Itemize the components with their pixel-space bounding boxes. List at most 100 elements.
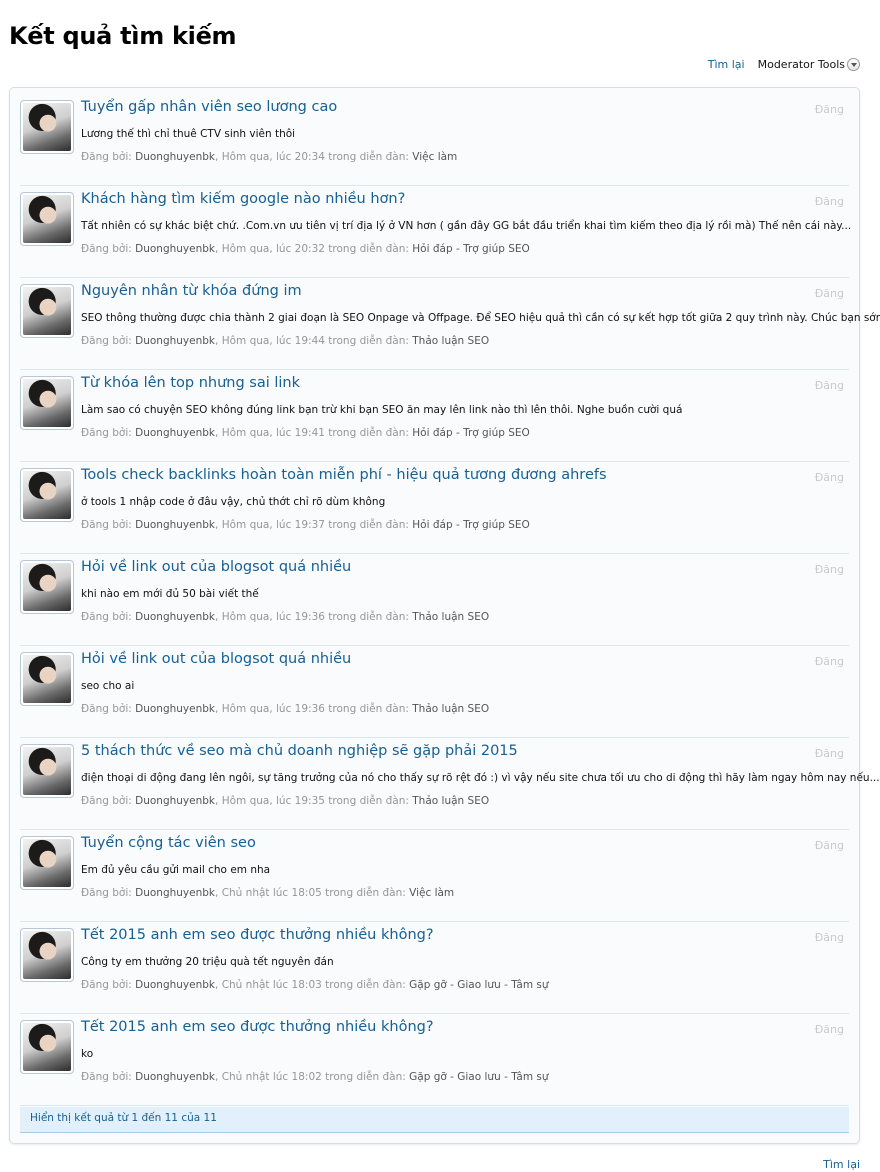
posted-by-label: Đăng bởi: [81,703,132,715]
result-item: Tuyển cộng tác viên seo Đăng Em đủ yêu c… [20,830,849,922]
user-avatar[interactable] [20,192,74,246]
result-time: Hôm qua, lúc 20:34 [221,151,325,163]
result-status-label: Đăng [814,195,844,208]
result-title-link[interactable]: Nguyên nhân từ khóa đứng im [81,283,302,299]
result-user-link[interactable]: Duonghuyenbk [135,519,215,531]
top-controls: Tìm lại Moderator Tools [708,58,860,71]
result-item: Tết 2015 anh em seo được thưởng nhiều kh… [20,1014,849,1106]
result-item: Từ khóa lên top nhưng sai link Đăng Làm … [20,370,849,462]
result-meta: Đăng bởi: Duonghuyenbk, Hôm qua, lúc 19:… [81,335,489,347]
result-item: Tết 2015 anh em seo được thưởng nhiều kh… [20,922,849,1014]
user-avatar[interactable] [20,928,74,982]
result-title-link[interactable]: Tools check backlinks hoàn toàn miễn phí… [81,467,607,483]
result-user-link[interactable]: Duonghuyenbk [135,151,215,163]
results-summary-bar: Hiển thị kết quả từ 1 đến 11 của 11 [20,1107,849,1133]
result-meta: Đăng bởi: Duonghuyenbk, Chủ nhật lúc 18:… [81,887,454,899]
result-forum-link[interactable]: Thảo luận SEO [412,795,489,807]
result-forum-link[interactable]: Việc làm [409,887,454,899]
result-meta: Đăng bởi: Duonghuyenbk, Chủ nhật lúc 18:… [81,1071,549,1083]
result-title-link[interactable]: Hỏi về link out của blogsot quá nhiều [81,559,351,575]
user-avatar[interactable] [20,468,74,522]
result-user-link[interactable]: Duonghuyenbk [135,887,215,899]
posted-by-label: Đăng bởi: [81,611,132,623]
search-again-link-bottom[interactable]: Tìm lại [823,1158,860,1171]
posted-by-label: Đăng bởi: [81,151,132,163]
user-avatar[interactable] [20,836,74,890]
meta-separator: , [215,519,222,531]
result-title-link[interactable]: Hỏi về link out của blogsot quá nhiều [81,651,351,667]
result-item: 5 thách thức về seo mà chủ doanh nghiệp … [20,738,880,830]
result-forum-link[interactable]: Thảo luận SEO [412,703,489,715]
chevron-down-icon[interactable] [847,58,860,71]
avatar-image [23,931,71,979]
user-avatar[interactable] [20,560,74,614]
result-status-label: Đăng [814,839,844,852]
meta-separator: , [215,703,222,715]
result-forum-link[interactable]: Việc làm [412,151,457,163]
result-forum-link[interactable]: Gặp gỡ - Giao lưu - Tâm sự [409,979,548,991]
result-title-link[interactable]: Tết 2015 anh em seo được thưởng nhiều kh… [81,927,434,943]
avatar-image [23,103,71,151]
result-title-link[interactable]: Tuyển cộng tác viên seo [81,835,256,851]
meta-separator: , [215,979,222,991]
result-user-link[interactable]: Duonghuyenbk [135,1071,215,1083]
result-user-link[interactable]: Duonghuyenbk [135,611,215,623]
result-user-link[interactable]: Duonghuyenbk [135,795,215,807]
in-forum-label: trong diễn đàn: [328,703,409,715]
user-avatar[interactable] [20,744,74,798]
result-forum-link[interactable]: Gặp gỡ - Giao lưu - Tâm sự [409,1071,548,1083]
in-forum-label: trong diễn đàn: [328,335,409,347]
result-time: Chủ nhật lúc 18:03 [221,979,322,991]
result-forum-link[interactable]: Hỏi đáp - Trợ giúp SEO [412,427,530,439]
result-meta: Đăng bởi: Duonghuyenbk, Hôm qua, lúc 19:… [81,611,489,623]
result-user-link[interactable]: Duonghuyenbk [135,979,215,991]
result-forum-link[interactable]: Thảo luận SEO [412,611,489,623]
result-meta: Đăng bởi: Duonghuyenbk, Hôm qua, lúc 19:… [81,703,489,715]
meta-separator: , [215,427,222,439]
result-forum-link[interactable]: Thảo luận SEO [412,335,489,347]
result-user-link[interactable]: Duonghuyenbk [135,243,215,255]
results-summary-text: Hiển thị kết quả từ 1 đến 11 của 11 [30,1112,217,1124]
result-snippet: ở tools 1 nhập code ở đâu vậy, chủ thớt … [81,496,386,508]
result-time: Hôm qua, lúc 19:44 [221,335,325,347]
result-snippet: Tất nhiên có sự khác biệt chứ. .Com.vn ư… [81,220,852,232]
result-status-label: Đăng [814,1023,844,1036]
posted-by-label: Đăng bởi: [81,887,132,899]
result-item: Nguyên nhân từ khóa đứng im Đăng SEO thô… [20,278,880,370]
result-time: Hôm qua, lúc 19:36 [221,611,325,623]
result-user-link[interactable]: Duonghuyenbk [135,335,215,347]
posted-by-label: Đăng bởi: [81,335,132,347]
user-avatar[interactable] [20,1020,74,1074]
meta-separator: , [215,151,222,163]
in-forum-label: trong diễn đàn: [328,243,409,255]
result-meta: Đăng bởi: Duonghuyenbk, Hôm qua, lúc 19:… [81,519,530,531]
result-status-label: Đăng [814,471,844,484]
avatar-image [23,379,71,427]
user-avatar[interactable] [20,376,74,430]
avatar-image [23,747,71,795]
result-forum-link[interactable]: Hỏi đáp - Trợ giúp SEO [412,243,530,255]
result-time: Chủ nhật lúc 18:02 [221,1071,322,1083]
result-user-link[interactable]: Duonghuyenbk [135,703,215,715]
result-title-link[interactable]: Tuyển gấp nhân viên seo lương cao [81,99,337,115]
user-avatar[interactable] [20,284,74,338]
result-user-link[interactable]: Duonghuyenbk [135,427,215,439]
result-status-label: Đăng [814,655,844,668]
moderator-tools-menu[interactable]: Moderator Tools [758,58,860,71]
search-again-link[interactable]: Tìm lại [708,58,745,71]
result-title-link[interactable]: Khách hàng tìm kiếm google nào nhiều hơn… [81,191,405,207]
result-time: Hôm qua, lúc 20:32 [221,243,325,255]
result-snippet: ko [81,1048,94,1060]
result-title-link[interactable]: 5 thách thức về seo mà chủ doanh nghiệp … [81,743,518,759]
result-title-link[interactable]: Tết 2015 anh em seo được thưởng nhiều kh… [81,1019,434,1035]
result-meta: Đăng bởi: Duonghuyenbk, Hôm qua, lúc 19:… [81,795,489,807]
user-avatar[interactable] [20,652,74,706]
result-title-link[interactable]: Từ khóa lên top nhưng sai link [81,375,300,391]
meta-separator: , [215,795,222,807]
result-snippet: khi nào em mới đủ 50 bài viết thế [81,588,259,600]
meta-separator: , [215,1071,222,1083]
user-avatar[interactable] [20,100,74,154]
in-forum-label: trong diễn đàn: [328,795,409,807]
result-meta: Đăng bởi: Duonghuyenbk, Hôm qua, lúc 19:… [81,427,530,439]
result-forum-link[interactable]: Hỏi đáp - Trợ giúp SEO [412,519,530,531]
